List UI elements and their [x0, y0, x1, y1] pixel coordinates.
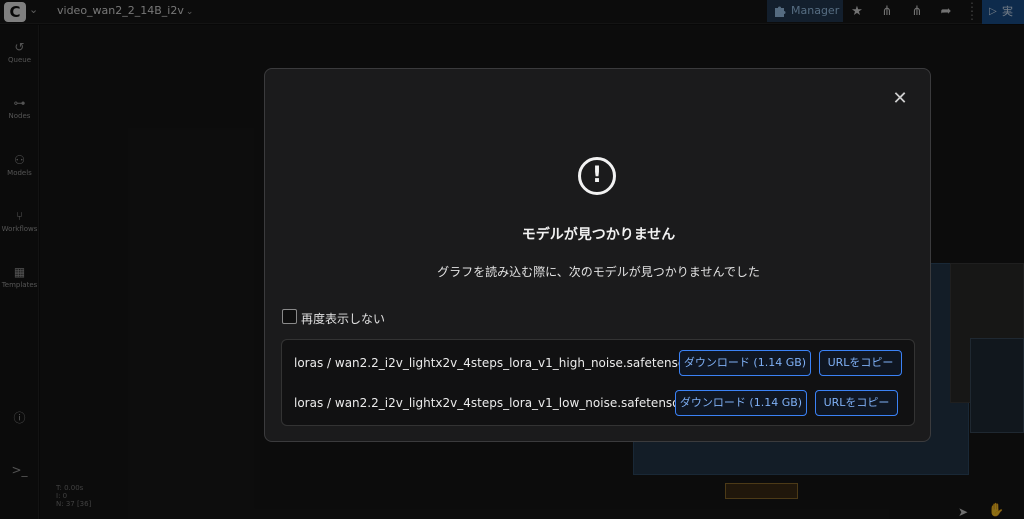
copy-url-button[interactable]: URLをコピー — [819, 350, 902, 376]
list-item: loras / wan2.2_i2v_lightx2v_4steps_lora_… — [282, 350, 916, 376]
missing-models-list: loras / wan2.2_i2v_lightx2v_4steps_lora_… — [281, 339, 915, 426]
missing-models-dialog: ✕ ! モデルが見つかりません グラフを読み込む際に、次のモデルが見つかりません… — [264, 68, 931, 442]
close-icon[interactable]: ✕ — [892, 90, 908, 108]
dialog-title: モデルが見つかりません — [521, 227, 676, 243]
dont-show-again-checkbox[interactable] — [282, 309, 297, 324]
download-button[interactable]: ダウンロード (1.14 GB) — [675, 390, 807, 416]
copy-url-button[interactable]: URLをコピー — [815, 390, 898, 416]
model-name: loras / wan2.2_i2v_lightx2v_4steps_lora_… — [294, 356, 697, 370]
download-button[interactable]: ダウンロード (1.14 GB) — [679, 350, 811, 376]
warning-icon: ! — [578, 157, 616, 195]
list-item: loras / wan2.2_i2v_lightx2v_4steps_lora_… — [282, 390, 916, 416]
dialog-message: グラフを読み込む際に、次のモデルが見つかりませんでした — [437, 265, 760, 279]
model-name: loras / wan2.2_i2v_lightx2v_4steps_lora_… — [294, 396, 691, 410]
dont-show-again-label[interactable]: 再度表示しない — [301, 310, 385, 327]
